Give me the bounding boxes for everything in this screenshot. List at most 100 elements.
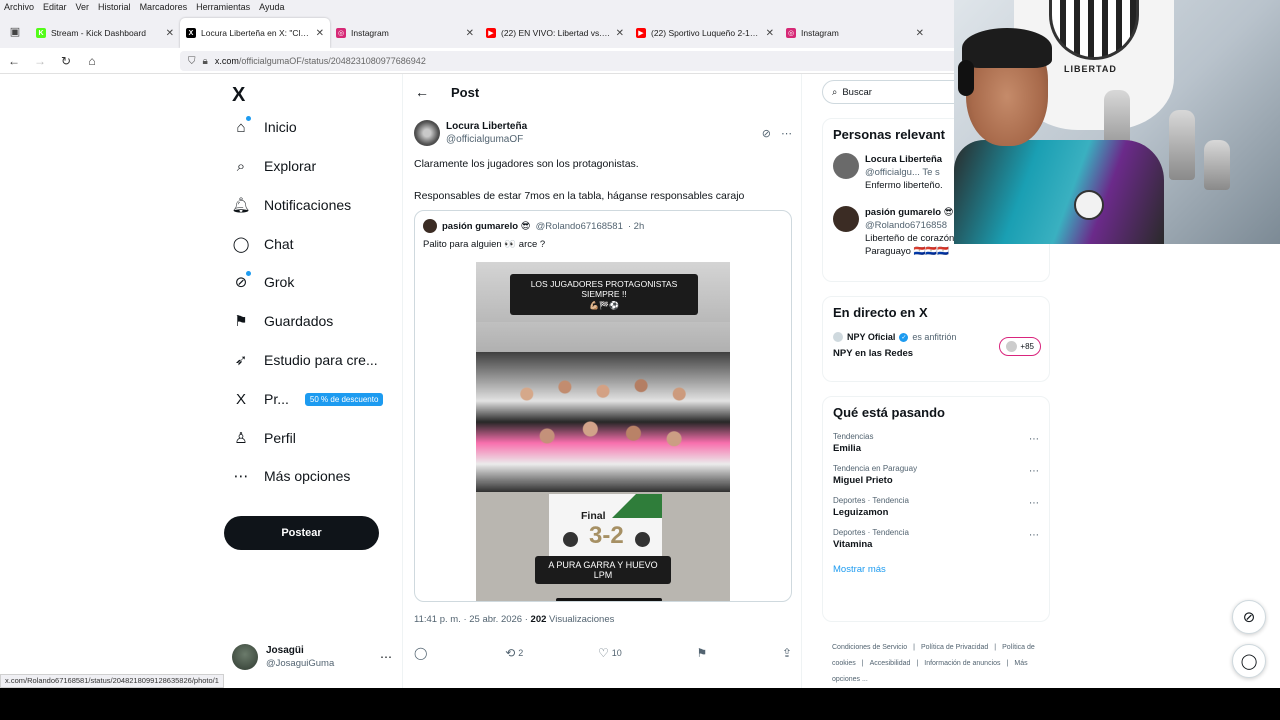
sidebar-item-pr[interactable]: X Pr... 50 % de descuento <box>232 387 384 411</box>
browser-tab[interactable]: ◎ Instagram ✕ <box>330 18 480 48</box>
footer-separator: | <box>916 660 919 667</box>
close-icon[interactable]: ✕ <box>766 28 774 39</box>
menu-historial[interactable]: Historial <box>98 2 131 12</box>
quoted-photo[interactable]: LOS JUGADORES PROTAGONISTAS SIEMPRE !! 💪… <box>476 262 730 601</box>
url-host: x.com <box>214 56 239 66</box>
show-more-link[interactable]: Mostrar más <box>823 556 1049 585</box>
trend-item[interactable]: Deportes · Tendencia Leguizamon ⋯ <box>823 492 1049 524</box>
more-icon[interactable]: ⋯ <box>781 127 792 140</box>
close-icon[interactable]: ✕ <box>166 28 174 39</box>
x-logo-icon[interactable]: X <box>232 84 245 107</box>
views-count: 202 <box>530 614 547 625</box>
trend-item[interactable]: Tendencia en Paraguay Miguel Prieto ⋯ <box>823 460 1049 492</box>
bookmark-icon-glyph: ⚑ <box>234 313 248 330</box>
person-icon-glyph: ♙ <box>234 430 248 447</box>
notification-dot <box>246 271 251 276</box>
browser-tab[interactable]: ◎ Instagram ✕ <box>780 18 930 48</box>
sidebar-item-explorar[interactable]: ⌕ Explorar <box>232 154 316 178</box>
grok-icon[interactable]: ⊘ <box>1232 600 1266 634</box>
streamer-hair <box>962 28 1052 68</box>
share-icon: ⇪ <box>781 646 792 660</box>
sidebar-item-guardados[interactable]: ⚑ Guardados <box>232 309 333 333</box>
menu-ayuda[interactable]: Ayuda <box>259 2 284 12</box>
footer-link[interactable]: Política de Privacidad <box>921 644 988 651</box>
sidebar-item-grok[interactable]: ⊘ Grok <box>232 270 294 294</box>
sidebar-item-label: Estudio para cre... <box>264 352 378 368</box>
close-icon[interactable]: ✕ <box>616 28 624 39</box>
trend-item[interactable]: Deportes · Tendencia Vitamina ⋯ <box>823 524 1049 556</box>
share-button[interactable]: ⇪ <box>782 646 792 660</box>
more-icon[interactable]: ⋯ <box>380 650 392 664</box>
footer-link[interactable]: Información de anuncios <box>924 660 1000 667</box>
author-name[interactable]: Locura Liberteña <box>446 120 756 133</box>
grok-icon[interactable]: ⊘ <box>762 127 771 140</box>
quoted-time: · 2h <box>627 220 645 232</box>
chat-icon-glyph: ◯ <box>232 236 250 253</box>
bookmark-button[interactable]: ⚑ <box>696 646 707 660</box>
live-host-name: NPY Oficial <box>847 332 896 342</box>
sidebar-item-label: Inicio <box>264 119 297 135</box>
browser-tab[interactable]: ▶ (22) EN VIVO: Libertad vs. Olimp ✕ <box>480 18 630 48</box>
footer-link[interactable]: Condiciones de Servicio <box>832 644 907 651</box>
close-icon[interactable]: ✕ <box>916 28 924 39</box>
author-handle[interactable]: @officialgumaOF <box>446 134 523 145</box>
repost-button[interactable]: ⟲ 2 <box>505 646 523 660</box>
reload-icon[interactable]: ↻ <box>54 49 78 73</box>
sidebar-item-más-opciones[interactable]: ⋯ Más opciones <box>232 464 351 488</box>
close-icon[interactable]: ✕ <box>316 28 324 39</box>
chat-icon[interactable]: ◯ <box>1232 644 1266 678</box>
more-icon[interactable]: ⋯ <box>1029 434 1039 445</box>
forward-arrow-icon[interactable]: → <box>28 49 52 73</box>
tab-title: Instagram <box>351 28 389 38</box>
sidebar-item-label: Chat <box>264 236 294 252</box>
quoted-post[interactable]: pasión gumarelo 😎 @Rolando67168581 · 2h … <box>414 210 792 602</box>
lock-icon[interactable]: 🔒︎ <box>203 56 208 67</box>
favicon-icon: ▶ <box>636 28 646 38</box>
sidebar-item-notificaciones[interactable]: 🔔︎ Notificaciones <box>231 193 351 217</box>
address-bar[interactable]: ⛉ 🔒︎ x.com/officialgumaOF/status/2048231… <box>180 51 1040 71</box>
post-timestamp[interactable]: 11:41 p. m. · 25 abr. 2026 · <box>414 614 528 625</box>
tab-list-icon[interactable]: ▣ <box>0 14 30 48</box>
sidebar-item-perfil[interactable]: ♙ Perfil <box>232 426 296 450</box>
home-icon[interactable]: ⌂ <box>80 49 104 73</box>
card-title: En directo en X <box>833 305 928 320</box>
menu-herramientas[interactable]: Herramientas <box>196 2 250 12</box>
browser-tab[interactable]: X Locura Liberteña en X: "Clarame ✕ <box>180 18 330 48</box>
search-icon: ⌕ <box>832 86 838 98</box>
repost-count: 2 <box>518 648 524 658</box>
sidebar-item-inicio[interactable]: ⌂ Inicio <box>232 115 297 139</box>
trend-item[interactable]: Tendencias Emilia ⋯ <box>823 428 1049 460</box>
more-icon[interactable]: ⋯ <box>1029 498 1039 509</box>
more-icon[interactable]: ⋯ <box>1029 466 1039 477</box>
close-icon[interactable]: ✕ <box>466 28 474 39</box>
notification-dot <box>246 116 251 121</box>
post-button[interactable]: Postear <box>224 516 379 550</box>
sidebar-item-chat[interactable]: ◯ Chat <box>232 232 294 256</box>
menu-archivo[interactable]: Archivo <box>4 2 34 12</box>
sidebar-item-estudio-para-cre[interactable]: ➶ Estudio para cre... <box>232 348 378 372</box>
live-space[interactable]: NPY Oficial ✓ es anfitrión NPY en las Re… <box>823 328 1049 363</box>
like-button[interactable]: ♡ 10 <box>598 646 622 660</box>
headset <box>958 60 974 96</box>
photo-caption-bottom: A PURA GARRA Y HUEVO LPM <box>535 556 671 584</box>
post-text-line: Claramente los jugadores son los protago… <box>414 158 639 170</box>
back-arrow-icon[interactable]: ← <box>415 84 429 100</box>
menu-ver[interactable]: Ver <box>76 2 90 12</box>
menu-editar[interactable]: Editar <box>43 2 67 12</box>
more-icon[interactable]: ⋯ <box>1029 530 1039 541</box>
caption-text: LOS JUGADORES PROTAGONISTAS SIEMPRE !! <box>530 279 678 299</box>
live-host-label: es anfitrión <box>912 332 957 342</box>
menu-marcadores[interactable]: Marcadores <box>140 2 188 12</box>
back-arrow-icon[interactable]: ← <box>2 49 26 73</box>
tab-title: Instagram <box>801 28 839 38</box>
browser-tab[interactable]: ▶ (22) Sportivo Luqueño 2-1 Sport ✕ <box>630 18 780 48</box>
author-avatar[interactable] <box>414 120 440 146</box>
reply-button[interactable]: ◯ <box>414 646 430 660</box>
views-label: Visualizaciones <box>549 614 615 625</box>
shield-icon[interactable]: ⛉ <box>188 56 196 67</box>
browser-tab[interactable]: K Stream - Kick Dashboard ✕ <box>30 18 180 48</box>
footer-link[interactable]: Accesibilidad <box>870 660 911 667</box>
live-card: En directo en X NPY Oficial ✓ es anfitri… <box>822 296 1050 382</box>
account-switcher[interactable]: Josagüi @JosaguiGuma ⋯ <box>232 640 392 674</box>
avatar <box>1006 341 1018 352</box>
